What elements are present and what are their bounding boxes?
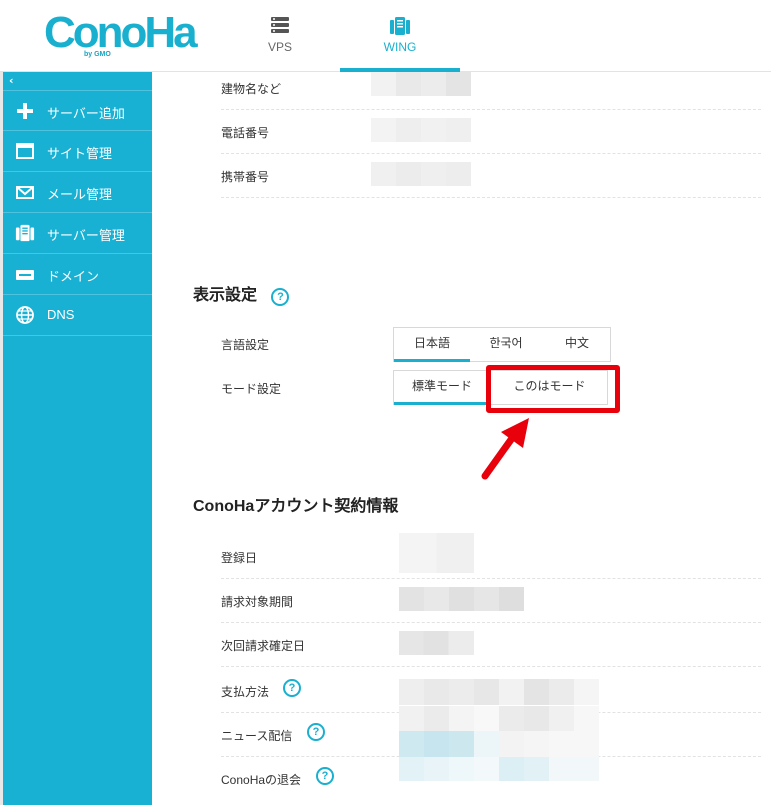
redacted-value [399,706,599,731]
tab-wing[interactable]: WING [340,0,460,72]
sidebar: ‹ サーバー追加 サイト管理 メール管理 サーバー管理 ドメイン DNS [0,72,152,805]
sidebar-item-label: ドメイン [47,269,100,284]
sidebar-item-label: DNS [47,307,75,322]
row-label: 電話番号 [221,126,270,140]
sidebar-item-site-management[interactable]: サイト管理 [3,131,152,172]
redacted-value [371,72,471,96]
account-row-news: ニュース配信 ? [221,706,761,757]
plus-icon [15,101,35,121]
help-icon[interactable]: ? [271,288,290,306]
section-title-text: 表示設定 [193,287,258,304]
account-row-withdraw: ConoHaの退会 ? [221,757,761,801]
row-label: ニュース配信 [221,729,293,743]
row-label: モード設定 [221,382,282,396]
account-row-next-billing: 次回請求確定日 [221,623,761,667]
row-label: 言語設定 [221,338,270,352]
tab-wing-label: WING [383,40,417,54]
globe-icon [15,305,35,325]
top-header: ConoHa by GMO VPS WING [0,0,771,72]
server-stack-icon [270,16,290,38]
sidebar-item-domain[interactable]: ドメイン [3,254,152,295]
redacted-value [399,587,524,611]
tab-vps-label: VPS [267,40,292,54]
account-row-billing-period: 請求対象期間 [221,579,761,623]
sidebar-nav: サーバー追加 サイト管理 メール管理 サーバー管理 ドメイン DNS [3,90,152,336]
logo-text: ConoHa [44,8,198,57]
address-row-building: 建物名など [221,66,761,110]
language-option-chinese[interactable]: 中文 [542,328,612,362]
domain-icon [15,264,35,284]
redacted-value [399,631,474,655]
logo-sub: by GMO [84,51,111,58]
mode-option-standard[interactable]: 標準モード [394,371,490,405]
row-label: 登録日 [221,551,258,565]
envelope-icon [15,182,35,202]
server-icon [15,223,35,243]
redacted-value [399,757,599,781]
row-label: 建物名など [221,82,282,96]
window-icon [15,141,35,161]
row-label: ConoHaの退会 [221,773,302,787]
account-row-registered: 登録日 [221,533,761,579]
address-row-mobile: 携帯番号 [221,154,761,198]
sidebar-item-label: サーバー追加 [47,106,125,121]
help-icon[interactable]: ? [307,723,325,741]
row-label: 携帯番号 [221,170,270,184]
sidebar-collapse-button[interactable]: ‹ [9,74,14,87]
language-option-japanese[interactable]: 日本語 [394,328,470,362]
wing-server-icon [389,16,411,40]
redacted-value [371,162,471,186]
redacted-value [399,533,474,573]
sidebar-item-add-server[interactable]: サーバー追加 [3,90,152,131]
sidebar-item-server-management[interactable]: サーバー管理 [3,213,152,254]
sidebar-item-dns[interactable]: DNS [3,295,152,336]
tab-vps[interactable]: VPS [220,0,340,72]
language-selector: 日本語 한국어 中文 [393,327,611,362]
row-label: 支払方法 [221,685,270,699]
main-content: 建物名など 電話番号 携帯番号 表示設定 ? 言語設定 日本語 한국어 中文 モ… [152,72,771,805]
highlight-box [486,365,620,413]
sidebar-item-mail-management[interactable]: メール管理 [3,172,152,213]
sidebar-item-label: サーバー管理 [47,228,125,243]
row-label: 次回請求確定日 [221,639,306,653]
address-row-phone: 電話番号 [221,110,761,154]
redacted-value [399,731,599,757]
help-icon[interactable]: ? [316,767,334,785]
sidebar-item-label: サイト管理 [47,146,113,161]
redacted-value [371,118,471,142]
red-arrow-icon [481,418,529,480]
language-option-korean[interactable]: 한국어 [470,328,542,362]
row-label: 請求対象期間 [221,595,294,609]
redacted-value [399,679,599,705]
sidebar-item-label: メール管理 [47,187,113,202]
account-info-title: ConoHaアカウント契約情報 [193,498,399,515]
conoha-logo[interactable]: ConoHa by GMO [44,8,198,62]
help-icon[interactable]: ? [283,679,301,697]
display-settings-title: 表示設定 ? [193,281,290,306]
